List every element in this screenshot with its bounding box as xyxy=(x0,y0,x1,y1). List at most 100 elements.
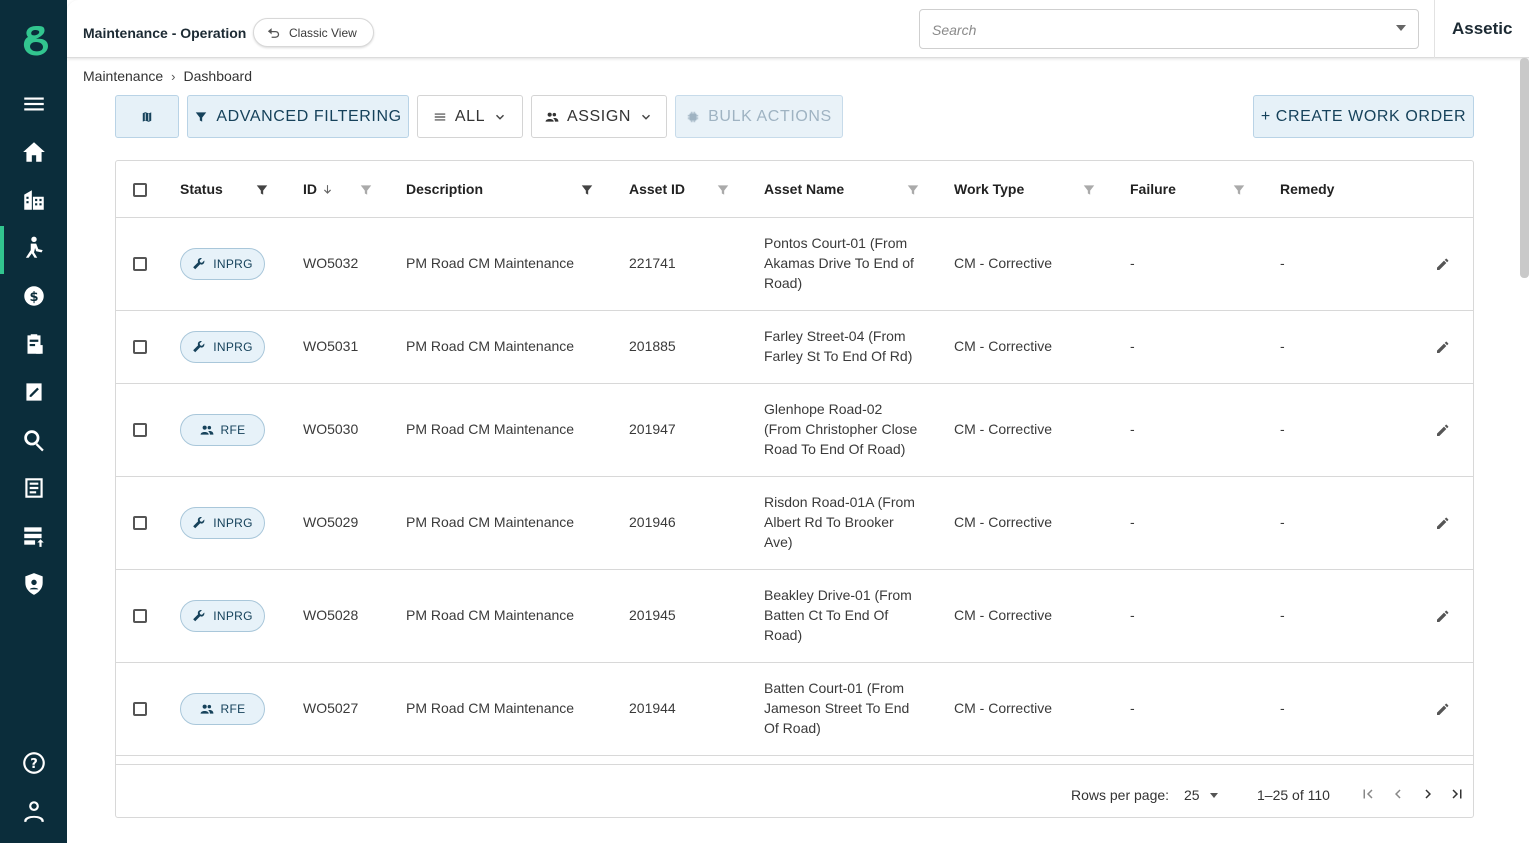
table-row[interactable]: RFE WO5030 PM Road CM Maintenance 201947… xyxy=(116,384,1473,477)
sidebar: $ ? xyxy=(0,0,67,843)
cell-remedy: - xyxy=(1280,338,1285,354)
user-icon[interactable] xyxy=(0,789,67,833)
rows-per-page-select[interactable]: 25 xyxy=(1184,787,1200,803)
home-icon[interactable] xyxy=(0,130,67,174)
create-work-order-label: + CREATE WORK ORDER xyxy=(1260,107,1467,125)
search-icon[interactable] xyxy=(0,418,67,462)
row-checkbox[interactable] xyxy=(133,516,147,530)
filter-icon[interactable] xyxy=(255,183,269,197)
column-status[interactable]: Status xyxy=(180,181,223,197)
asset-name-line: Risdon Road-01A (From xyxy=(764,494,915,510)
first-page-icon[interactable] xyxy=(1359,785,1377,803)
breadcrumb-parent[interactable]: Maintenance xyxy=(83,68,163,84)
column-remedy[interactable]: Remedy xyxy=(1280,181,1334,197)
filter-icon[interactable] xyxy=(359,183,373,197)
app-logo-icon[interactable] xyxy=(18,22,54,62)
status-label: INPRG xyxy=(213,257,253,271)
cell-failure: - xyxy=(1130,514,1135,530)
row-checkbox[interactable] xyxy=(133,340,147,354)
cell-remedy: - xyxy=(1280,421,1285,437)
map-view-button[interactable] xyxy=(115,95,179,138)
column-asset-id[interactable]: Asset ID xyxy=(629,181,685,197)
rows-per-page-label: Rows per page: xyxy=(1071,787,1170,803)
edit-icon[interactable] xyxy=(1435,339,1451,355)
data-import-icon[interactable] xyxy=(0,514,67,558)
cell-description: PM Road CM Maintenance xyxy=(406,700,575,716)
status-badge[interactable]: INPRG xyxy=(180,507,265,539)
status-badge[interactable]: INPRG xyxy=(180,248,265,280)
advanced-filtering-button[interactable]: ADVANCED FILTERING xyxy=(187,95,409,138)
page-title: Maintenance - Operation xyxy=(83,25,247,41)
chip-icon xyxy=(687,111,699,122)
row-checkbox[interactable] xyxy=(133,257,147,271)
asset-name-line: Road) xyxy=(764,275,803,291)
status-badge[interactable]: INPRG xyxy=(180,600,265,632)
cell-description: PM Road CM Maintenance xyxy=(406,514,575,530)
column-work-type[interactable]: Work Type xyxy=(954,181,1024,197)
column-asset-name[interactable]: Asset Name xyxy=(764,181,844,197)
last-page-icon[interactable] xyxy=(1448,785,1466,803)
column-failure[interactable]: Failure xyxy=(1130,181,1176,197)
buildings-icon[interactable] xyxy=(0,178,67,222)
filter-icon[interactable] xyxy=(1232,183,1246,197)
search-input[interactable] xyxy=(932,20,1372,40)
row-checkbox[interactable] xyxy=(133,423,147,437)
asset-name-line: Glenhope Road-02 xyxy=(764,401,883,417)
page-scrollbar[interactable] xyxy=(1520,58,1529,278)
people-icon xyxy=(200,425,213,435)
worker-icon[interactable] xyxy=(0,226,67,274)
edit-doc-icon[interactable] xyxy=(0,370,67,414)
next-page-icon[interactable] xyxy=(1419,785,1437,803)
security-icon[interactable] xyxy=(0,562,67,606)
edit-icon[interactable] xyxy=(1435,515,1451,531)
asset-name-line: Batten Ct To End Of xyxy=(764,607,889,623)
edit-icon[interactable] xyxy=(1435,701,1451,717)
select-all-checkbox[interactable] xyxy=(133,183,147,197)
cell-work-type: CM - Corrective xyxy=(954,514,1053,530)
status-badge[interactable]: RFE xyxy=(180,693,265,725)
table-row[interactable]: INPRG WO5032 PM Road CM Maintenance 2217… xyxy=(116,218,1473,311)
edit-icon[interactable] xyxy=(1435,422,1451,438)
table-row[interactable]: INPRG WO5028 PM Road CM Maintenance 2019… xyxy=(116,570,1473,663)
chevron-down-icon[interactable] xyxy=(1210,793,1218,798)
search-field[interactable] xyxy=(919,9,1419,49)
column-description[interactable]: Description xyxy=(406,181,483,197)
edit-icon[interactable] xyxy=(1435,608,1451,624)
all-dropdown-button[interactable]: ALL xyxy=(417,95,523,138)
row-checkbox[interactable] xyxy=(133,609,147,623)
chevron-down-icon[interactable] xyxy=(1396,25,1406,31)
edit-icon[interactable] xyxy=(1435,256,1451,272)
table-row[interactable]: INPRG WO5029 PM Road CM Maintenance 2019… xyxy=(116,477,1473,570)
help-icon[interactable]: ? xyxy=(0,741,67,785)
cell-work-type: CM - Corrective xyxy=(954,421,1053,437)
finance-icon[interactable]: $ xyxy=(0,274,67,318)
menu-icon[interactable] xyxy=(0,82,67,126)
column-id[interactable]: ID xyxy=(303,181,334,197)
wrench-icon xyxy=(193,610,205,622)
status-label: INPRG xyxy=(213,340,253,354)
cell-asset-name: Glenhope Road-02 (From Christopher Close… xyxy=(764,399,917,459)
cell-id: WO5029 xyxy=(303,514,359,530)
document-list-icon[interactable] xyxy=(0,466,67,510)
table-row[interactable]: RFE WO5027 PM Road CM Maintenance 201944… xyxy=(116,663,1473,756)
previous-page-icon[interactable] xyxy=(1389,785,1407,803)
breadcrumb: Maintenance › Dashboard xyxy=(83,68,252,84)
asset-name-line: Ave) xyxy=(764,534,793,550)
table-row[interactable]: INPRG WO5031 PM Road CM Maintenance 2018… xyxy=(116,311,1473,384)
asset-name-line: Batten Court-01 (From xyxy=(764,680,905,696)
filter-icon[interactable] xyxy=(580,183,594,197)
status-badge[interactable]: RFE xyxy=(180,414,265,446)
create-work-order-button[interactable]: + CREATE WORK ORDER xyxy=(1253,95,1474,138)
assign-dropdown-button[interactable]: ASSIGN xyxy=(531,95,667,138)
asset-name-line: Beakley Drive-01 (From xyxy=(764,587,912,603)
filter-icon[interactable] xyxy=(906,183,920,197)
clipboard-icon[interactable] xyxy=(0,322,67,366)
asset-name-line: Road) xyxy=(764,627,803,643)
filter-icon[interactable] xyxy=(1082,183,1096,197)
cell-remedy: - xyxy=(1280,700,1285,716)
row-checkbox[interactable] xyxy=(133,702,147,716)
filter-icon[interactable] xyxy=(716,183,730,197)
status-badge[interactable]: INPRG xyxy=(180,331,265,363)
bulk-actions-button[interactable]: BULK ACTIONS xyxy=(675,95,843,138)
classic-view-button[interactable]: Classic View xyxy=(253,18,374,47)
